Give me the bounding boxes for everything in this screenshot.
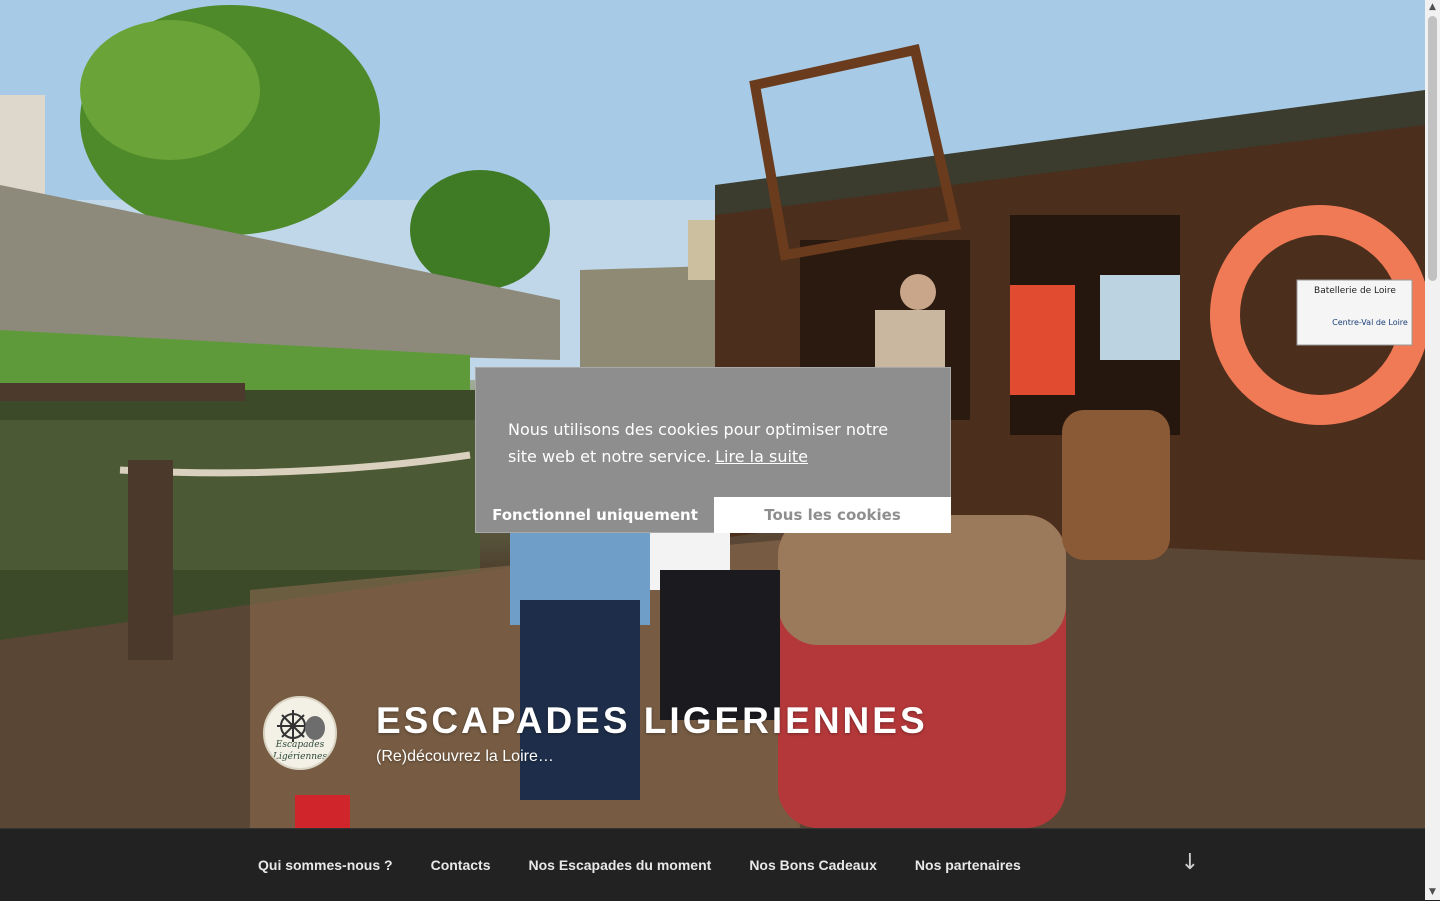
cookie-read-more-link[interactable]: Lire la suite [715,447,808,466]
scroll-down-arrow-icon[interactable]: ▼ [1425,885,1440,900]
site-title[interactable]: ESCAPADES LIGERIENNES [376,700,928,742]
cookie-accept-all-button[interactable]: Tous les cookies [714,497,951,533]
scrollbar-thumb[interactable] [1428,16,1437,281]
main-navigation: Qui sommes-nous ? Contacts Nos Escapades… [0,828,1425,901]
buoy-sign-title: Batellerie de Loire [1314,286,1396,296]
page-scrollbar[interactable]: ▲ ▼ [1425,0,1440,900]
nav-item-partenaires: Nos partenaires [915,857,1059,875]
scroll-up-arrow-icon[interactable]: ▲ [1425,0,1440,15]
site-logo[interactable]: Escapades Ligériennes [263,696,337,770]
nav-menu: Qui sommes-nous ? Contacts Nos Escapades… [258,857,1059,875]
nav-item-escapades: Nos Escapades du moment [528,857,749,875]
nav-item-contacts: Contacts [431,857,529,875]
nav-link-partenaires[interactable]: Nos partenaires [915,857,1021,873]
site-tagline: (Re)découvrez la Loire… [376,748,554,765]
logo-text-line2: Ligériennes [273,752,327,762]
arrow-down-icon[interactable]: ↓ [1180,849,1200,877]
nav-link-bons-cadeaux[interactable]: Nos Bons Cadeaux [749,857,877,873]
cookie-message-container: Nous utilisons des cookies pour optimise… [508,416,918,470]
cookie-message: Nous utilisons des cookies pour optimise… [508,420,889,466]
nav-link-escapades[interactable]: Nos Escapades du moment [528,857,711,873]
buoy-sign-region: Centre-Val de Loire [1332,318,1408,327]
logo-text-line1: Escapades [275,740,325,750]
cookie-functional-only-button[interactable]: Fonctionnel uniquement [476,497,714,533]
nav-link-contacts[interactable]: Contacts [431,857,491,873]
cookie-consent-banner: Nous utilisons des cookies pour optimise… [475,367,951,533]
nav-item-bons-cadeaux: Nos Bons Cadeaux [749,857,915,875]
nav-link-qui-sommes-nous[interactable]: Qui sommes-nous ? [258,857,393,873]
nav-item-qui-sommes-nous: Qui sommes-nous ? [258,857,431,875]
